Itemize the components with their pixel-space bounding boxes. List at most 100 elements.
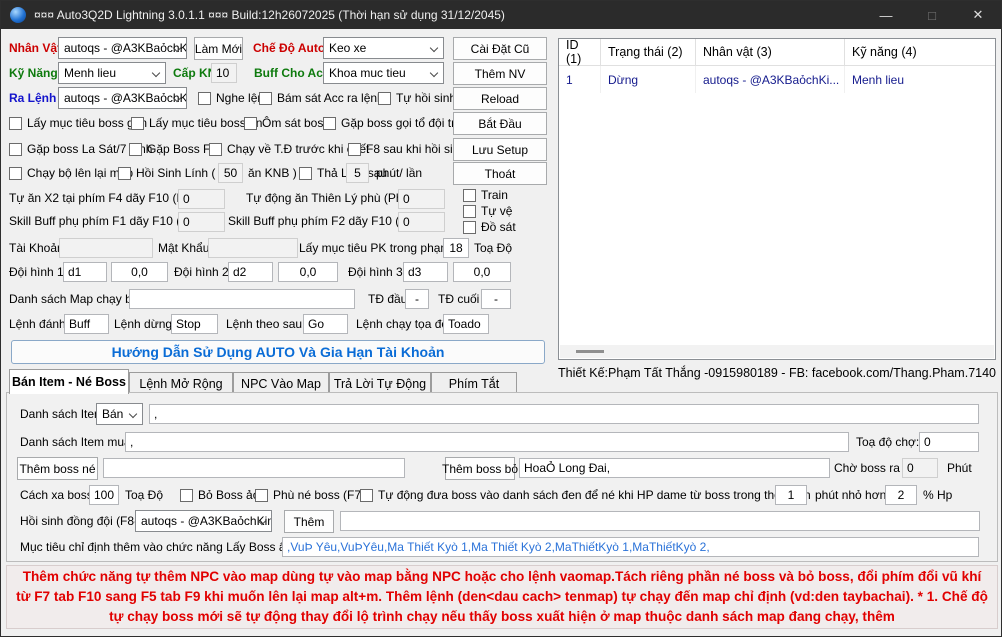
checkbox-box xyxy=(9,167,22,180)
header-character[interactable]: Nhân vật (3) xyxy=(696,39,845,65)
checkbox-do-sat[interactable]: Đồ sát xyxy=(463,219,516,235)
buff-acc-value: Khoa muc tieu xyxy=(329,66,406,80)
buy-list-input[interactable]: , xyxy=(125,432,849,452)
tab-tra-loi-tu-dong[interactable]: Trả Lời Tự Động xyxy=(329,372,431,394)
checkbox-auto-revive[interactable]: Tự hồi sinh xyxy=(378,87,456,109)
checkbox-call-party-on-boss[interactable]: Gặp boss gọi tổ đội trục xyxy=(323,112,468,134)
boss-map-list-input[interactable] xyxy=(129,289,355,309)
save-setup-button[interactable]: Lưu Setup xyxy=(453,138,547,161)
wait-boss-input[interactable]: 0 xyxy=(902,458,938,478)
checkbox-walk-back-map[interactable]: Chạy bộ lên lại map xyxy=(9,162,133,184)
header-status[interactable]: Trạng thái (2) xyxy=(601,39,696,65)
skill-select[interactable]: Menh lieu xyxy=(58,62,166,84)
release-minutes-input[interactable]: 5 xyxy=(346,163,369,183)
header-id[interactable]: ID (1) xyxy=(559,39,601,65)
checkbox-run-home-before-death[interactable]: Chạy về T.Đ trước khi chết xyxy=(209,138,369,160)
tab-npc-vao-map[interactable]: NPC Vào Map xyxy=(233,372,329,394)
formation3-name-input[interactable]: d3 xyxy=(403,262,448,282)
hp-percent-input[interactable]: 2 xyxy=(885,485,917,505)
accounts-table: ID (1) Trạng thái (2) Nhân vật (3) Kỹ nă… xyxy=(558,38,996,360)
item-list-input[interactable]: , xyxy=(149,404,979,424)
td-end-input[interactable]: - xyxy=(481,289,511,309)
skill-level-input[interactable]: 10 xyxy=(211,63,237,83)
blacklist-minutes-input[interactable]: 1 xyxy=(775,485,807,505)
add-avoid-boss-button[interactable]: Thêm boss né xyxy=(17,457,98,480)
skip-boss-input[interactable]: HoaỎ Long Đai, xyxy=(519,458,830,478)
minutes-less-than-label: phút nhỏ hơn xyxy=(815,484,886,506)
table-horizontal-scrollbar[interactable] xyxy=(560,345,994,358)
password-input[interactable] xyxy=(208,238,298,258)
reload-button[interactable]: Reload xyxy=(453,87,547,110)
checkbox-box xyxy=(463,205,476,218)
scrollbar-thumb[interactable] xyxy=(576,350,604,353)
avoid-boss-input[interactable] xyxy=(103,458,405,478)
formation2-name-input[interactable]: d2 xyxy=(228,262,273,282)
checkbox-auto-blacklist-boss[interactable]: Tự động đưa boss vào danh sách đen để né… xyxy=(360,484,811,506)
minimize-button[interactable]: — xyxy=(863,1,909,29)
checkbox-hug-boss[interactable]: Ôm sát boss xyxy=(244,112,329,134)
revive-teammate-select[interactable]: autoqs - @A3KBaỏchKim(\ xyxy=(135,510,272,532)
item-mode-value: Bán xyxy=(102,407,123,421)
checkbox-box xyxy=(118,167,131,180)
tab-lenh-mo-rong[interactable]: Lệnh Mở Rộng xyxy=(129,372,233,394)
skill-buff-f1-input[interactable]: 0 xyxy=(178,212,225,232)
table-row[interactable]: 1 Dừng autoqs - @A3KBaỏchKi... Menh lieu xyxy=(559,66,995,93)
formation3-coords-input[interactable]: 0,0 xyxy=(453,262,511,282)
checkbox-box xyxy=(129,143,142,156)
checkbox-target-near-boss[interactable]: Lấy mục tiêu boss gần xyxy=(9,112,147,134)
checkbox-self-defense[interactable]: Tự vệ xyxy=(463,203,512,219)
checkbox-follow-command-acc[interactable]: Bám sát Acc ra lệnh xyxy=(259,87,384,109)
add-character-button[interactable]: Thêm NV xyxy=(453,62,547,85)
follow-cmd-input[interactable]: Go xyxy=(303,314,348,334)
td-start-input[interactable]: - xyxy=(405,289,429,309)
skill-buff-f2-input[interactable]: 0 xyxy=(398,212,445,232)
refresh-button[interactable]: Làm Mới xyxy=(194,37,243,60)
usage-guide-button[interactable]: Hướng Dẫn Sử Dụng AUTO Và Gia Hạn Tài Kh… xyxy=(11,340,545,364)
exit-button[interactable]: Thoát xyxy=(453,162,547,185)
item-mode-select[interactable]: Bán xyxy=(96,403,143,425)
hidden-boss-target-input[interactable]: ,VuÞ Yêu,VuÞYêu,Ma Thiết Kyò 1,Ma Thiết … xyxy=(282,537,979,557)
checkbox-train[interactable]: Train xyxy=(463,187,508,203)
stop-cmd-input[interactable]: Stop xyxy=(171,314,218,334)
x2-f4-input[interactable]: 0 xyxy=(178,189,225,209)
start-button[interactable]: Bắt Đầu xyxy=(453,112,547,135)
title-bar[interactable]: ¤¤¤ Auto3Q2D Lightning 3.0.1.1 ¤¤¤ Build… xyxy=(1,1,1001,29)
tab-ban-item-ne-boss[interactable]: Bán Item - Né Boss xyxy=(9,369,129,394)
checkbox-boss-f7[interactable]: Gặp Boss F7 xyxy=(129,138,217,160)
boss-distance-input[interactable]: 100 xyxy=(89,485,119,505)
auto-mode-select[interactable]: Keo xe xyxy=(323,37,444,59)
skill-label: Kỹ Năng xyxy=(9,62,58,84)
formation2-coords-input[interactable]: 0,0 xyxy=(278,262,338,282)
revive-teammate-input[interactable] xyxy=(340,511,980,531)
thien-ly-input[interactable]: 0 xyxy=(398,189,445,209)
header-skill[interactable]: Kỹ năng (4) xyxy=(845,39,995,65)
market-coords-input[interactable]: 0 xyxy=(919,432,979,452)
row-account: Tài Khoản Mật Khẩu Lấy mục tiêu PK trong… xyxy=(1,237,557,259)
formation1-coords-input[interactable]: 0,0 xyxy=(111,262,168,282)
row-soldier: Chạy bộ lên lại map Hồi Sinh Lính ( TT< … xyxy=(1,162,557,184)
formation1-name-input[interactable]: d1 xyxy=(63,262,107,282)
market-coords-label: Toạ độ chợ: xyxy=(856,431,919,453)
soldier-hp-input[interactable]: 50 xyxy=(218,163,243,183)
checkbox-label: Bám sát Acc ra lệnh xyxy=(277,91,384,105)
checkbox-avoid-boss-charm[interactable]: Phù né boss (F7) xyxy=(255,484,365,506)
checkbox-f8-after-revive[interactable]: F8 sau khi hồi sinh xyxy=(348,138,466,160)
checkbox-release-soldier[interactable]: Thả Lính sau xyxy=(299,162,387,184)
add-skip-boss-button[interactable]: Thêm boss bỏ xyxy=(445,457,515,480)
checkbox-target-hidden-boss[interactable]: Lấy mục tiêu boss ẩn xyxy=(131,112,262,134)
old-settings-button[interactable]: Cài Đặt Cũ xyxy=(453,37,547,60)
hp-percent-label: % Hp xyxy=(923,484,952,506)
boss-distance-label: Cách xa boss xyxy=(20,484,93,506)
add-teammate-button[interactable]: Thêm xyxy=(284,510,334,533)
goto-cmd-input[interactable]: Toado xyxy=(443,314,489,334)
account-input[interactable] xyxy=(59,238,153,258)
buff-acc-select[interactable]: Khoa muc tieu xyxy=(323,62,444,84)
character-select[interactable]: autoqs - @A3KBaỏchKim xyxy=(58,37,187,59)
tab-phim-tat[interactable]: Phím Tắt xyxy=(431,372,517,394)
attack-cmd-input[interactable]: Buff xyxy=(64,314,109,334)
command-account-select[interactable]: autoqs - @A3KBaỏchKim xyxy=(58,87,187,109)
pk-range-input[interactable]: 18 xyxy=(443,238,469,258)
checkbox-skip-fake-boss[interactable]: Bỏ Boss ảo xyxy=(180,484,259,506)
pk-range-label: Lấy mục tiêu PK trong phạm vi xyxy=(299,237,462,259)
close-button[interactable]: ✕ xyxy=(955,1,1001,29)
